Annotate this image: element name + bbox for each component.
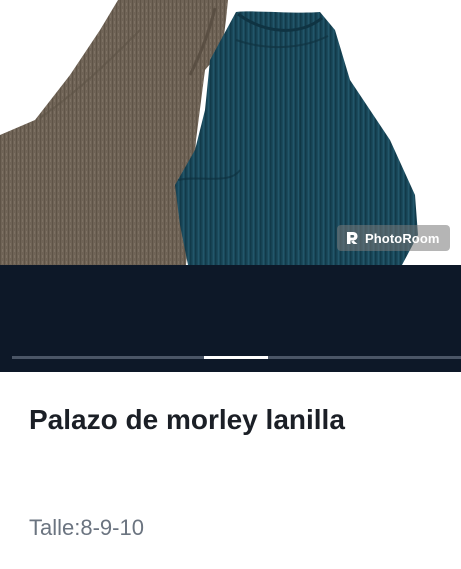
carousel-page-indicator[interactable] bbox=[12, 356, 461, 359]
product-image-carousel[interactable]: PhotoRoom bbox=[0, 0, 461, 372]
product-size-info: Talle:8-9-10 bbox=[29, 515, 144, 540]
product-title: Palazo de morley lanilla bbox=[29, 404, 345, 435]
photoroom-logo-icon bbox=[347, 232, 358, 244]
photoroom-watermark: PhotoRoom bbox=[337, 225, 450, 251]
pager-active-segment bbox=[204, 356, 268, 359]
watermark-label: PhotoRoom bbox=[365, 230, 440, 246]
